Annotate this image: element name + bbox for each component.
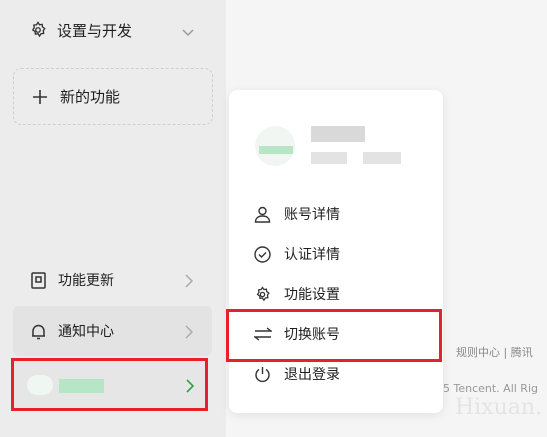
power-icon bbox=[254, 366, 272, 383]
avatar bbox=[27, 375, 53, 395]
sidebar: 设置与开发 新的功能 功能更新 通知中心 bbox=[0, 0, 226, 437]
sidebar-item-label: 功能更新 bbox=[58, 273, 114, 289]
sidebar-item-label: 通知中心 bbox=[58, 324, 114, 340]
chevron-right-icon[interactable] bbox=[185, 273, 194, 292]
highlight-box bbox=[226, 309, 442, 362]
menu-item-label: 认证详情 bbox=[284, 247, 340, 263]
user-icon bbox=[254, 206, 272, 223]
menu-item-feature-settings[interactable]: 功能设置 bbox=[229, 274, 443, 314]
watermark: Hixuan. bbox=[455, 395, 543, 420]
account-popup-menu: 账号详情 认证详情 功能设置 切换账号 退出登录 bbox=[229, 90, 443, 413]
chevron-down-icon[interactable] bbox=[181, 23, 195, 42]
account-switcher[interactable] bbox=[11, 358, 208, 411]
gear-icon bbox=[254, 285, 272, 303]
gear-icon bbox=[29, 21, 47, 39]
menu-item-account-details[interactable]: 账号详情 bbox=[229, 194, 443, 234]
check-circle-icon bbox=[254, 245, 272, 263]
sidebar-item-updates[interactable]: 功能更新 bbox=[31, 268, 114, 292]
chevron-right-icon bbox=[186, 378, 195, 397]
footer-links[interactable]: 规则中心 | 腾讯 bbox=[456, 344, 533, 360]
sidebar-item-notifications[interactable]: 通知中心 bbox=[31, 319, 114, 343]
menu-item-verification-details[interactable]: 认证详情 bbox=[229, 234, 443, 274]
menu-item-label: 功能设置 bbox=[284, 287, 340, 303]
bell-icon bbox=[31, 323, 46, 340]
account-id-blurred bbox=[363, 152, 401, 164]
account-name-blurred bbox=[311, 126, 365, 142]
menu-item-label: 账号详情 bbox=[284, 207, 340, 223]
new-feature-label: 新的功能 bbox=[60, 88, 121, 106]
document-icon bbox=[31, 271, 46, 289]
account-name-blurred bbox=[59, 379, 104, 393]
sidebar-item-label: 设置与开发 bbox=[57, 21, 133, 40]
avatar-green-strip bbox=[259, 146, 293, 154]
plus-icon bbox=[32, 89, 48, 105]
new-feature-button[interactable]: 新的功能 bbox=[13, 68, 213, 125]
sidebar-item-settings[interactable]: 设置与开发 bbox=[29, 18, 132, 42]
menu-item-label: 退出登录 bbox=[284, 367, 340, 383]
account-id-blurred bbox=[311, 152, 347, 164]
footer-copyright: 5 Tencent. All Rig bbox=[443, 382, 538, 395]
chevron-right-icon[interactable] bbox=[185, 324, 194, 343]
